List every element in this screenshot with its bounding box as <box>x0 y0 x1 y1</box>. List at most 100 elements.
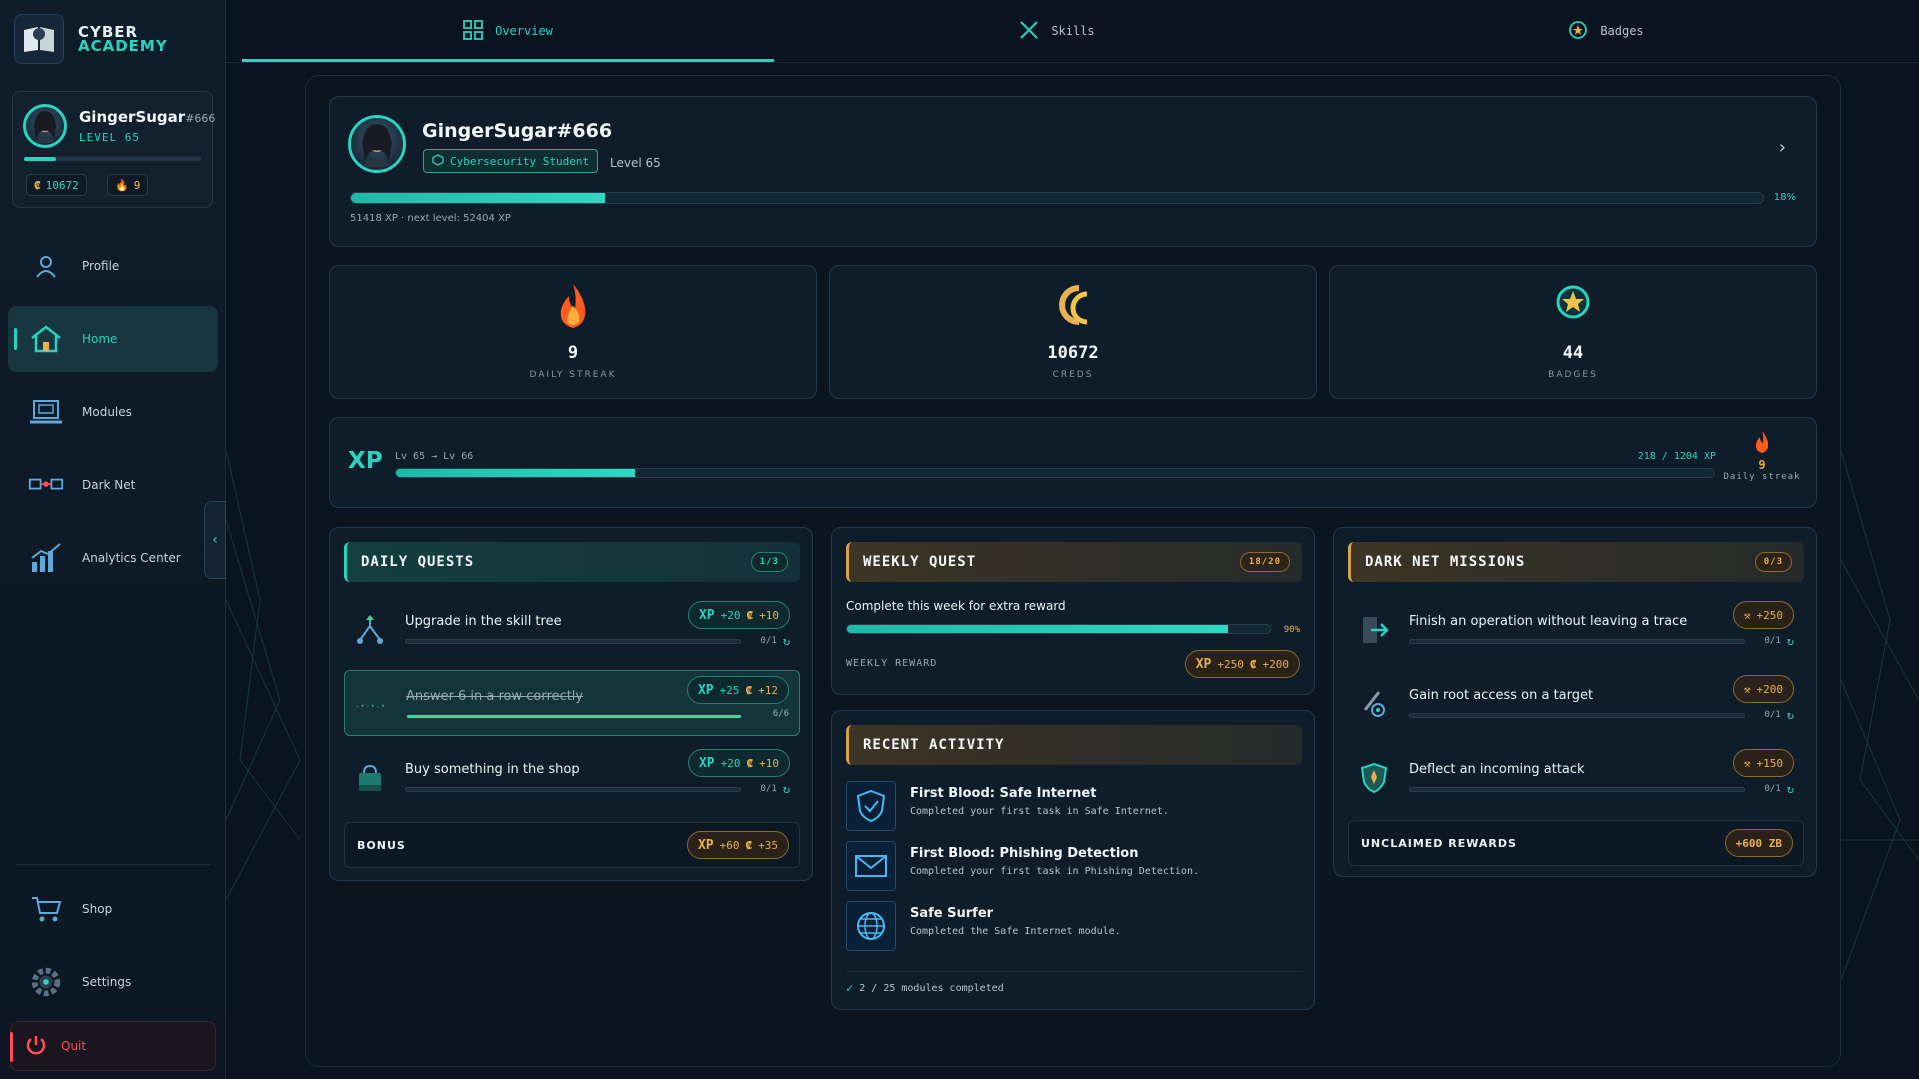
dark-net-header: DARK NET MISSIONS 0/3 <box>1348 542 1804 582</box>
creds-icon: ₡ <box>746 756 754 770</box>
flame-icon: 🔥 <box>115 178 129 192</box>
sidebar-item-label: Home <box>82 332 118 346</box>
user-tag: #666 <box>185 112 216 125</box>
skill-tree-icon <box>354 614 386 646</box>
weekly-quest-description: Complete this week for extra reward <box>846 599 1066 613</box>
refresh-icon[interactable]: ↻ <box>783 634 790 648</box>
tab-skills[interactable]: Skills <box>791 0 1323 62</box>
xp-label: XP <box>348 448 383 474</box>
streak-value: 9 <box>567 343 579 363</box>
reward-xp: +20 <box>720 756 741 770</box>
sidebar-item-modules[interactable]: Modules <box>8 379 218 445</box>
sidebar-item-shop[interactable]: Shop <box>8 876 218 942</box>
user-name: GingerSugar#666 <box>79 108 216 126</box>
quest-title: Answer 6 in a row correctly <box>406 689 584 704</box>
bonus-label: BONUS <box>357 839 406 852</box>
daily-quests-panel: DAILY QUESTS 1/3 Upgrade in the skill tr… <box>329 527 813 881</box>
quest-progress-bar <box>405 787 741 792</box>
level-range: Lv 65 → Lv 66 <box>395 451 474 462</box>
activity-title: First Blood: Phishing Detection <box>910 846 1139 861</box>
profile-avatar <box>348 115 406 173</box>
modules-completed-text: 2 / 25 modules completed <box>859 982 1004 994</box>
key-icon <box>1358 688 1390 720</box>
cart-icon <box>28 891 64 927</box>
activity-item[interactable]: Safe Surfer Completed the Safe Internet … <box>846 899 1286 951</box>
unclaimed-rewards-row[interactable]: UNCLAIMED REWARDS +600 ZB <box>1348 820 1804 866</box>
sidebar-item-label: Settings <box>82 975 132 989</box>
nav-divider <box>16 864 210 865</box>
book-logo-icon <box>14 14 64 64</box>
reward-pill: XP +25 ₡ +12 <box>686 676 789 704</box>
dark-net-missions-panel: DARK NET MISSIONS 0/3 Finish an operatio… <box>1333 527 1817 877</box>
refresh-icon[interactable]: ↻ <box>1787 708 1794 722</box>
tab-badges[interactable]: Badges <box>1340 0 1872 62</box>
weekly-progress-fill <box>847 625 1228 633</box>
daily-streak-mini: 9 Daily streak <box>1722 430 1802 482</box>
check-circle-icon: ✓ <box>846 981 854 995</box>
tab-label: Overview <box>495 24 553 38</box>
creds-icon <box>830 282 1316 330</box>
tab-label: Skills <box>1051 24 1095 38</box>
mission-row[interactable]: Finish an operation without leaving a tr… <box>1348 596 1804 662</box>
quest-row[interactable]: Buy something in the shop XP +20 ₡ +10 0/1… <box>344 744 800 810</box>
sidebar-collapse-button[interactable]: ‹ <box>204 501 226 579</box>
sidebar-item-profile[interactable]: Profile <box>8 233 218 299</box>
app-logo[interactable]: CYBER ACADEMY <box>14 14 168 64</box>
unclaimed-pill[interactable]: +600 ZB <box>1724 829 1793 857</box>
chart-icon <box>28 540 64 576</box>
mission-title: Deflect an incoming attack <box>1409 762 1585 777</box>
stat-card-creds: 10672 CREDS <box>829 265 1317 399</box>
reward-creds: +10 <box>759 756 779 770</box>
chevron-left-icon: ‹ <box>212 532 218 548</box>
quit-label: Quit <box>61 1039 87 1053</box>
user-card[interactable]: GingerSugar#666 LEVEL 65 ₡ 10672 🔥 9 <box>12 91 216 208</box>
quest-row[interactable]: Upgrade in the skill tree XP +20 ₡ +10 0/1… <box>344 596 800 662</box>
activity-item[interactable]: First Blood: Phishing Detection Complete… <box>846 839 1286 891</box>
quest-row-completed[interactable]: -•-•-• Answer 6 in a row correctly XP +25… <box>344 670 800 736</box>
role-badge: Cybersecurity Student <box>423 149 599 173</box>
profile-xp-percent: 18% <box>1773 192 1796 203</box>
activity-item[interactable]: First Blood: Safe Internet Completed you… <box>846 779 1286 831</box>
mission-progress-bar <box>1409 639 1745 644</box>
mission-row[interactable]: Gain root access on a target ⚒ +200 0/1 ↻ <box>1348 670 1804 736</box>
quest-progress: 0/1 ↻ <box>760 782 791 796</box>
sidebar-item-dark-net[interactable]: Dark Net <box>8 452 218 518</box>
tab-overview[interactable]: Overview <box>242 0 774 62</box>
profile-card[interactable]: GingerSugar#666 Cybersecurity Student Le… <box>329 96 1817 247</box>
creds-chip: ₡ 10672 <box>26 174 87 196</box>
refresh-icon[interactable]: ↻ <box>783 782 790 796</box>
weekly-quest-header: WEEKLY QUEST 18/20 <box>846 542 1302 582</box>
user-level: LEVEL 65 <box>79 131 140 144</box>
mission-row[interactable]: Deflect an incoming attack ⚒ +150 0/1 ↻ <box>1348 744 1804 810</box>
creds-label: CREDS <box>1052 370 1094 380</box>
panel-title: DAILY QUESTS <box>361 554 475 570</box>
weekly-progress-percent: 90% <box>1283 625 1300 635</box>
sidebar-item-analytics-center[interactable]: Analytics Center <box>8 525 218 591</box>
sidebar-item-label: Shop <box>82 902 113 916</box>
user-level-bar-fill <box>24 157 56 161</box>
creds-icon: ₡ <box>746 608 754 622</box>
mission-progress: 0/1 ↻ <box>1764 782 1795 796</box>
mission-reward-pill: ⚒ +150 <box>1732 749 1794 777</box>
quit-button[interactable]: Quit <box>10 1021 216 1071</box>
weekly-reward-pill: XP +250 ₡ +200 <box>1184 650 1300 678</box>
refresh-icon[interactable]: ↻ <box>1787 782 1794 796</box>
network-icon <box>28 467 64 503</box>
mission-title: Finish an operation without leaving a tr… <box>1409 614 1688 629</box>
weekly-progress-bar <box>846 624 1271 634</box>
refresh-icon[interactable]: ↻ <box>1787 634 1794 648</box>
sidebar-item-settings[interactable]: Settings <box>8 949 218 1015</box>
logo-line2: ACADEMY <box>78 37 168 55</box>
mail-icon <box>846 841 896 891</box>
quest-count: 1/3 <box>750 552 788 572</box>
coins-icon: ⚒ <box>1743 682 1751 696</box>
activity-divider <box>846 971 1302 972</box>
sidebar: CYBER ACADEMY GingerSugar#666 LEVEL 65 ₡… <box>0 0 226 1079</box>
xp-icon: XP <box>698 607 715 623</box>
chevron-right-icon[interactable]: › <box>1779 137 1786 158</box>
xp-numbers: 218 / 1204 XP <box>1637 451 1716 462</box>
reward-pill: XP +20 ₡ +10 <box>687 749 790 777</box>
user-level-bar <box>24 157 201 161</box>
streak-mini-label: Daily streak <box>1723 472 1801 482</box>
sidebar-item-home[interactable]: Home <box>8 306 218 372</box>
